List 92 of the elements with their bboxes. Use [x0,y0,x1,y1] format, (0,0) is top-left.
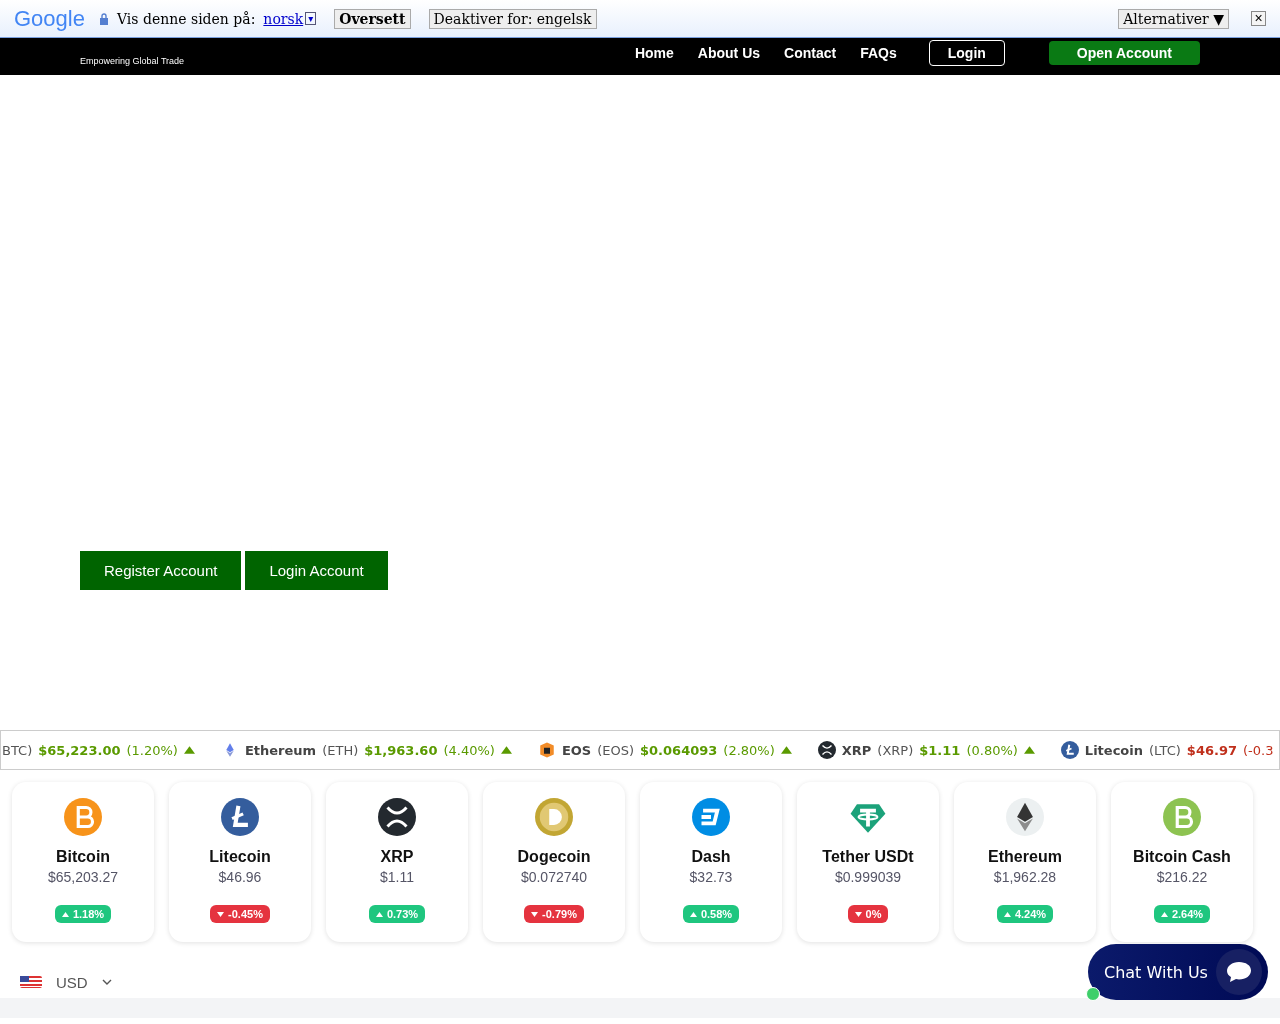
change-badge: -0.45% [210,905,270,923]
coin-card[interactable]: Dash $32.73 0.58% [640,782,782,942]
coin-card[interactable]: XRP $1.11 0.73% [326,782,468,942]
logo-tagline: Empowering Global Trade [80,56,185,66]
change-badge: 0.73% [368,905,426,923]
open-account-button[interactable]: Open Account [1048,41,1200,65]
flag-icon [20,976,42,988]
coin-price: $0.072740 [520,869,588,885]
change-badge: 0.58% [682,905,740,923]
chevron-down-icon [101,979,112,985]
coin-price: $1.11 [919,742,961,758]
account-button[interactable]: Login Account [245,551,388,590]
coin-name: Dogecoin [517,848,591,866]
up-triangle-icon [61,911,69,917]
login-button[interactable]: Login [928,40,1005,66]
up-triangle-icon [375,911,383,917]
translate-prompt: Vis denne siden på: [116,10,256,27]
coin-price: $1,962.28 [993,869,1057,885]
coin-symbol: (ETH) [322,742,359,758]
coin-symbol: (LTC) [1149,742,1181,758]
change-badge: 1.18% [54,905,112,923]
coin-price: $46.96 [218,869,262,885]
coin-name: Bitcoin [55,848,111,866]
nav-link[interactable]: Contact [784,45,837,61]
up-triangle-icon [689,911,697,917]
currency-selector[interactable]: USD [14,972,118,992]
coin-name: Bitcoin Cash [1133,848,1231,866]
coin-card[interactable]: Bitcoin Cash $216.22 2.64% [1111,782,1253,942]
coin-card[interactable]: Bitcoin $65,203.27 1.18% [12,782,154,942]
coin-name: XRP [380,848,414,866]
up-triangle-icon [1003,911,1011,917]
down-triangle-icon [531,911,539,917]
chat-bubble-icon [1225,960,1252,984]
coin-name: Ethereum [988,848,1062,866]
down-triangle-icon [217,911,225,917]
coin-icon [535,798,573,836]
coin-change: (0.80%) [966,742,1018,758]
coin-name: XRP [841,742,872,758]
coin-card[interactable]: Dogecoin $0.072740 -0.79% [483,782,625,942]
coin-price: $65,223.00 [38,742,121,758]
coin-symbol: BTC) [2,742,33,758]
change-badge: 4.24% [996,905,1054,923]
coin-price: $1.11 [380,869,414,885]
coin-icon [221,798,259,836]
change-badge: -0.79% [524,905,584,923]
coin-icon [692,798,730,836]
coin-price: $0.064093 [640,742,718,758]
coin-name: Ethereum [244,742,317,758]
chat-button[interactable]: Chat With Us [1088,944,1268,1000]
nav-link[interactable]: FAQs [860,45,897,61]
down-triangle-icon [854,911,862,917]
lock-icon [98,12,109,25]
coin-card[interactable]: Tether USDt $0.999039 0% [797,782,939,942]
up-triangle-icon [1160,911,1168,917]
coin-name: Litecoin [209,848,271,866]
account-button[interactable]: Register Account [80,551,242,590]
coin-symbol: (EOS) [597,742,635,758]
coin-name: Dash [691,848,731,866]
coin-card[interactable]: Litecoin $46.96 -0.45% [169,782,311,942]
google-logo: Google [14,5,85,32]
coin-card[interactable]: Ethereum $1,962.28 4.24% [954,782,1096,942]
coin-name: EOS [561,742,592,758]
change-badge: 2.64% [1153,905,1211,923]
coin-name: Litecoin [1084,742,1143,758]
coin-icon [1006,798,1044,836]
coin-change: (1.20%) [126,742,178,758]
coin-change: (4.40%) [443,742,495,758]
coin-icon [64,798,102,836]
language-link[interactable]: norsk [263,10,304,27]
coin-change: (2.80%) [723,742,775,758]
coin-price: $65,203.27 [47,869,119,885]
coin-icon [1163,798,1201,836]
coin-icon [1060,741,1079,759]
coin-price: $216.22 [1156,869,1208,885]
close-button[interactable]: × [1251,11,1266,26]
coin-icon [378,798,416,836]
options-button[interactable]: Alternativer ▼ [1118,8,1229,29]
disable-button[interactable]: Deaktiver for: engelsk [428,8,597,29]
coin-icon [817,741,836,759]
coin-change: (-0.3 [1243,742,1274,758]
change-badge: 0% [847,905,889,923]
coin-name: Tether USDt [822,848,914,866]
coin-price: $0.999039 [834,869,902,885]
translate-button[interactable]: Oversett [334,8,411,29]
coin-symbol: (XRP) [877,742,914,758]
nav-link[interactable]: About Us [697,45,761,61]
coin-price: $1,963.60 [364,742,438,758]
coin-price: $46.97 [1186,742,1237,758]
coin-icon [537,741,556,759]
coin-price: $32.73 [689,869,733,885]
language-dropdown[interactable]: ▾ [305,12,317,25]
nav-link[interactable]: Home [634,45,674,61]
